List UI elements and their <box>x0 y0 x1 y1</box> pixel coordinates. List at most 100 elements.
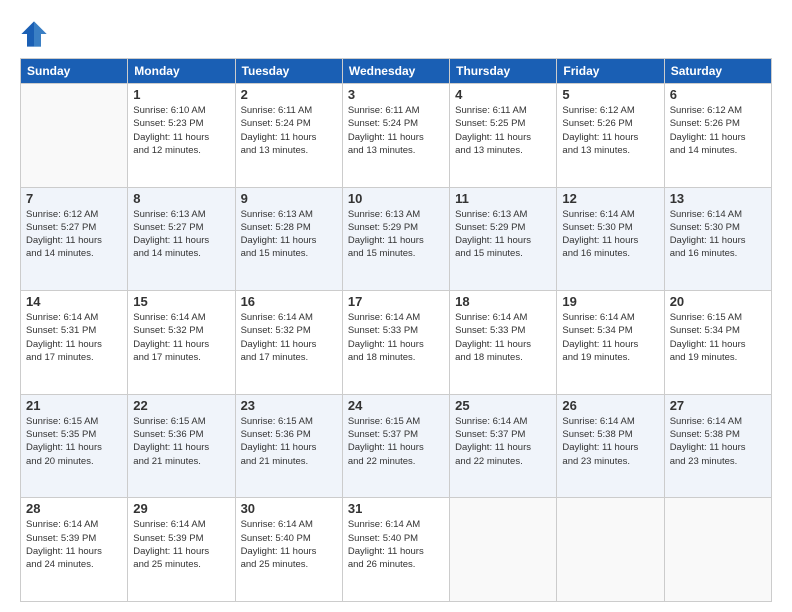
header <box>20 20 772 48</box>
calendar-cell: 9Sunrise: 6:13 AMSunset: 5:28 PMDaylight… <box>235 187 342 291</box>
day-number: 30 <box>241 501 337 516</box>
day-number: 19 <box>562 294 658 309</box>
week-row-2: 7 Sunrise: 6:12 AMSunset: 5:27 PMDaylight… <box>21 187 772 291</box>
calendar-cell: 13 Sunrise: 6:14 AMSunset: 5:30 PMDayligh… <box>664 187 771 291</box>
weekday-monday: Monday <box>128 59 235 84</box>
day-info: Sunrise: 6:15 AMSunset: 5:37 PMDaylight:… <box>348 415 444 468</box>
day-number: 26 <box>562 398 658 413</box>
calendar-table: SundayMondayTuesdayWednesdayThursdayFrid… <box>20 58 772 602</box>
week-row-3: 14 Sunrise: 6:14 AMSunset: 5:31 PMDayligh… <box>21 291 772 395</box>
weekday-tuesday: Tuesday <box>235 59 342 84</box>
calendar-cell: 4 Sunrise: 6:11 AMSunset: 5:25 PMDaylight… <box>450 84 557 188</box>
day-number: 7 <box>26 191 122 206</box>
weekday-thursday: Thursday <box>450 59 557 84</box>
day-number: 29 <box>133 501 229 516</box>
calendar-cell: 19 Sunrise: 6:14 AMSunset: 5:34 PMDayligh… <box>557 291 664 395</box>
calendar-cell: 25 Sunrise: 6:14 AMSunset: 5:37 PMDayligh… <box>450 394 557 498</box>
calendar-cell: 17 Sunrise: 6:14 AMSunset: 5:33 PMDayligh… <box>342 291 449 395</box>
day-number: 22 <box>133 398 229 413</box>
day-info: Sunrise: 6:15 AMSunset: 5:36 PMDaylight:… <box>133 415 229 468</box>
calendar-cell: 5 Sunrise: 6:12 AMSunset: 5:26 PMDaylight… <box>557 84 664 188</box>
day-info: Sunrise: 6:13 AMSunset: 5:29 PMDaylight:… <box>348 208 444 261</box>
day-info: Sunrise: 6:14 AMSunset: 5:30 PMDaylight:… <box>562 208 658 261</box>
day-number: 27 <box>670 398 766 413</box>
weekday-saturday: Saturday <box>664 59 771 84</box>
day-info: Sunrise: 6:14 AMSunset: 5:31 PMDaylight:… <box>26 311 122 364</box>
calendar-cell: 6 Sunrise: 6:12 AMSunset: 5:26 PMDaylight… <box>664 84 771 188</box>
calendar-cell <box>450 498 557 602</box>
day-info: Sunrise: 6:12 AMSunset: 5:26 PMDaylight:… <box>562 104 658 157</box>
calendar-cell: 1 Sunrise: 6:10 AMSunset: 5:23 PMDaylight… <box>128 84 235 188</box>
day-info: Sunrise: 6:15 AMSunset: 5:35 PMDaylight:… <box>26 415 122 468</box>
calendar-cell <box>557 498 664 602</box>
day-info: Sunrise: 6:14 AMSunset: 5:38 PMDaylight:… <box>670 415 766 468</box>
day-info: Sunrise: 6:11 AMSunset: 5:24 PMDaylight:… <box>348 104 444 157</box>
day-number: 14 <box>26 294 122 309</box>
calendar-cell: 29 Sunrise: 6:14 AMSunset: 5:39 PMDayligh… <box>128 498 235 602</box>
day-info: Sunrise: 6:12 AMSunset: 5:27 PMDaylight:… <box>26 208 122 261</box>
day-number: 15 <box>133 294 229 309</box>
calendar-cell: 16 Sunrise: 6:14 AMSunset: 5:32 PMDayligh… <box>235 291 342 395</box>
day-info: Sunrise: 6:11 AMSunset: 5:25 PMDaylight:… <box>455 104 551 157</box>
weekday-sunday: Sunday <box>21 59 128 84</box>
day-info: Sunrise: 6:14 AMSunset: 5:38 PMDaylight:… <box>562 415 658 468</box>
day-info: Sunrise: 6:11 AMSunset: 5:24 PMDaylight:… <box>241 104 337 157</box>
calendar-cell: 7 Sunrise: 6:12 AMSunset: 5:27 PMDaylight… <box>21 187 128 291</box>
day-info: Sunrise: 6:13 AMSunset: 5:28 PMDaylight:… <box>241 208 337 261</box>
calendar-cell: 20Sunrise: 6:15 AMSunset: 5:34 PMDayligh… <box>664 291 771 395</box>
day-info: Sunrise: 6:14 AMSunset: 5:33 PMDaylight:… <box>455 311 551 364</box>
week-row-5: 28Sunrise: 6:14 AMSunset: 5:39 PMDayligh… <box>21 498 772 602</box>
day-number: 24 <box>348 398 444 413</box>
day-info: Sunrise: 6:14 AMSunset: 5:39 PMDaylight:… <box>133 518 229 571</box>
calendar-cell: 24 Sunrise: 6:15 AMSunset: 5:37 PMDayligh… <box>342 394 449 498</box>
day-number: 2 <box>241 87 337 102</box>
day-number: 3 <box>348 87 444 102</box>
page: SundayMondayTuesdayWednesdayThursdayFrid… <box>0 0 792 612</box>
calendar-cell: 14 Sunrise: 6:14 AMSunset: 5:31 PMDayligh… <box>21 291 128 395</box>
day-info: Sunrise: 6:12 AMSunset: 5:26 PMDaylight:… <box>670 104 766 157</box>
day-number: 1 <box>133 87 229 102</box>
calendar-cell: 28Sunrise: 6:14 AMSunset: 5:39 PMDayligh… <box>21 498 128 602</box>
day-number: 17 <box>348 294 444 309</box>
day-info: Sunrise: 6:14 AMSunset: 5:33 PMDaylight:… <box>348 311 444 364</box>
day-number: 16 <box>241 294 337 309</box>
calendar-cell <box>664 498 771 602</box>
day-number: 6 <box>670 87 766 102</box>
calendar-cell: 2 Sunrise: 6:11 AMSunset: 5:24 PMDaylight… <box>235 84 342 188</box>
day-info: Sunrise: 6:14 AMSunset: 5:40 PMDaylight:… <box>348 518 444 571</box>
weekday-wednesday: Wednesday <box>342 59 449 84</box>
day-info: Sunrise: 6:14 AMSunset: 5:32 PMDaylight:… <box>133 311 229 364</box>
calendar-cell: 8 Sunrise: 6:13 AMSunset: 5:27 PMDaylight… <box>128 187 235 291</box>
day-number: 25 <box>455 398 551 413</box>
calendar-cell: 31 Sunrise: 6:14 AMSunset: 5:40 PMDayligh… <box>342 498 449 602</box>
weekday-header-row: SundayMondayTuesdayWednesdayThursdayFrid… <box>21 59 772 84</box>
day-info: Sunrise: 6:14 AMSunset: 5:37 PMDaylight:… <box>455 415 551 468</box>
day-number: 5 <box>562 87 658 102</box>
day-info: Sunrise: 6:13 AMSunset: 5:27 PMDaylight:… <box>133 208 229 261</box>
day-info: Sunrise: 6:14 AMSunset: 5:34 PMDaylight:… <box>562 311 658 364</box>
day-info: Sunrise: 6:14 AMSunset: 5:30 PMDaylight:… <box>670 208 766 261</box>
day-number: 13 <box>670 191 766 206</box>
day-info: Sunrise: 6:14 AMSunset: 5:40 PMDaylight:… <box>241 518 337 571</box>
day-number: 8 <box>133 191 229 206</box>
day-number: 21 <box>26 398 122 413</box>
logo-icon <box>20 20 48 48</box>
day-number: 10 <box>348 191 444 206</box>
day-number: 4 <box>455 87 551 102</box>
logo <box>20 20 52 48</box>
weekday-friday: Friday <box>557 59 664 84</box>
calendar-cell: 15 Sunrise: 6:14 AMSunset: 5:32 PMDayligh… <box>128 291 235 395</box>
calendar-cell: 11 Sunrise: 6:13 AMSunset: 5:29 PMDayligh… <box>450 187 557 291</box>
calendar-cell <box>21 84 128 188</box>
day-info: Sunrise: 6:13 AMSunset: 5:29 PMDaylight:… <box>455 208 551 261</box>
day-info: Sunrise: 6:14 AMSunset: 5:32 PMDaylight:… <box>241 311 337 364</box>
calendar-cell: 18Sunrise: 6:14 AMSunset: 5:33 PMDayligh… <box>450 291 557 395</box>
calendar-cell: 12 Sunrise: 6:14 AMSunset: 5:30 PMDayligh… <box>557 187 664 291</box>
calendar-cell: 26 Sunrise: 6:14 AMSunset: 5:38 PMDayligh… <box>557 394 664 498</box>
day-info: Sunrise: 6:10 AMSunset: 5:23 PMDaylight:… <box>133 104 229 157</box>
week-row-4: 21 Sunrise: 6:15 AMSunset: 5:35 PMDayligh… <box>21 394 772 498</box>
day-number: 31 <box>348 501 444 516</box>
day-number: 12 <box>562 191 658 206</box>
day-info: Sunrise: 6:15 AMSunset: 5:34 PMDaylight:… <box>670 311 766 364</box>
day-number: 11 <box>455 191 551 206</box>
